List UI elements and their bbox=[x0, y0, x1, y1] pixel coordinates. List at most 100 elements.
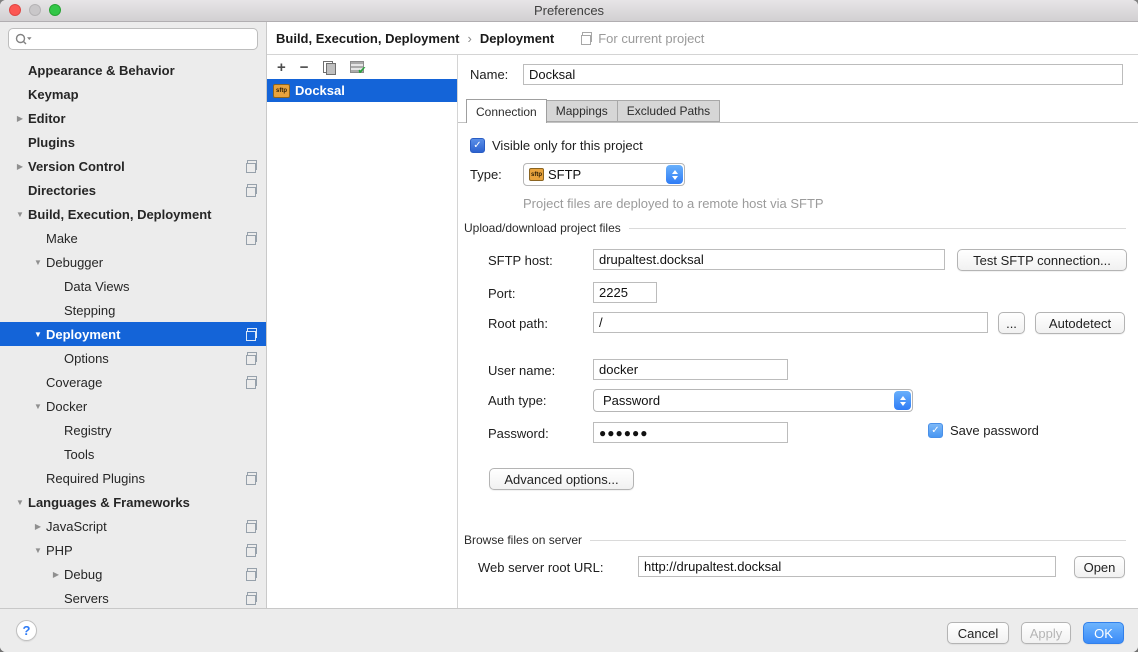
sidebar-item-registry[interactable]: Registry bbox=[0, 418, 266, 442]
sidebar-item-label: Options bbox=[64, 351, 109, 366]
tab-mappings[interactable]: Mappings bbox=[547, 100, 618, 122]
sidebar-item-stepping[interactable]: Stepping bbox=[0, 298, 266, 322]
project-level-icon bbox=[245, 160, 258, 173]
project-icon bbox=[580, 32, 593, 45]
advanced-options-button[interactable]: Advanced options... bbox=[489, 468, 634, 490]
sidebar-item-php[interactable]: ▼PHP bbox=[0, 538, 266, 562]
test-sftp-connection-button[interactable]: Test SFTP connection... bbox=[957, 249, 1127, 271]
chevron-down-icon[interactable]: ▼ bbox=[30, 330, 46, 339]
minimize-button[interactable] bbox=[29, 4, 41, 16]
zoom-button[interactable] bbox=[49, 4, 61, 16]
scope-indicator: For current project bbox=[580, 31, 704, 46]
upload-section-title: Upload/download project files bbox=[464, 221, 621, 235]
sidebar-item-javascript[interactable]: ▶JavaScript bbox=[0, 514, 266, 538]
chevron-right-icon[interactable]: ▶ bbox=[12, 162, 28, 171]
sidebar-item-label: Build, Execution, Deployment bbox=[28, 207, 211, 222]
ok-button[interactable]: OK bbox=[1083, 622, 1124, 644]
sftp-file-icon: sftp bbox=[529, 168, 544, 181]
sidebar-item-label: Debugger bbox=[46, 255, 103, 270]
upload-section-header: Upload/download project files bbox=[464, 221, 1126, 235]
chevron-right-icon[interactable]: ▶ bbox=[12, 114, 28, 123]
auth-type-value: Password bbox=[603, 393, 894, 408]
save-password-checkbox-row[interactable]: ✓ Save password bbox=[928, 423, 1039, 438]
server-list-item-docksal[interactable]: sftpDocksal bbox=[267, 79, 457, 102]
sidebar-item-keymap[interactable]: Keymap bbox=[0, 82, 266, 106]
sidebar-item-label: Plugins bbox=[28, 135, 75, 150]
remove-server-button[interactable]: − bbox=[300, 60, 309, 75]
project-level-icon bbox=[245, 472, 258, 485]
sidebar-item-required-plugins[interactable]: Required Plugins bbox=[0, 466, 266, 490]
apply-button[interactable]: Apply bbox=[1021, 622, 1071, 644]
sidebar-item-debug[interactable]: ▶Debug bbox=[0, 562, 266, 586]
browse-root-path-button[interactable]: ... bbox=[998, 312, 1025, 334]
sidebar-item-label: Deployment bbox=[46, 327, 120, 342]
visible-only-checkbox[interactable]: ✓ bbox=[470, 138, 485, 153]
autodetect-button[interactable]: Autodetect bbox=[1035, 312, 1125, 334]
sidebar-item-coverage[interactable]: Coverage bbox=[0, 370, 266, 394]
root-path-input[interactable] bbox=[593, 312, 988, 333]
sidebar-item-tools[interactable]: Tools bbox=[0, 442, 266, 466]
save-password-label: Save password bbox=[950, 423, 1039, 438]
root-path-label: Root path: bbox=[488, 316, 548, 331]
settings-sidebar: Appearance & BehaviorKeymap▶Editor Plugin… bbox=[0, 22, 267, 608]
project-level-icon bbox=[245, 592, 258, 605]
chevron-right-icon[interactable]: ▶ bbox=[48, 570, 64, 579]
user-name-input[interactable] bbox=[593, 359, 788, 380]
search-box[interactable] bbox=[8, 28, 258, 50]
sidebar-item-plugins[interactable]: Plugins bbox=[0, 130, 266, 154]
user-name-label: User name: bbox=[488, 363, 555, 378]
auth-type-select[interactable]: Password bbox=[593, 389, 913, 412]
server-list-panel: + − sftpDocksal bbox=[267, 55, 458, 608]
port-input[interactable] bbox=[593, 282, 657, 303]
help-button[interactable]: ? bbox=[16, 620, 37, 641]
chevron-down-icon[interactable]: ▼ bbox=[30, 258, 46, 267]
sftp-host-label: SFTP host: bbox=[488, 253, 553, 268]
chevron-right-icon[interactable]: ▶ bbox=[30, 522, 46, 531]
password-input[interactable] bbox=[593, 422, 788, 443]
sidebar-item-directories[interactable]: Directories bbox=[0, 178, 266, 202]
web-root-input[interactable] bbox=[638, 556, 1056, 577]
cancel-button[interactable]: Cancel bbox=[947, 622, 1009, 644]
sidebar-item-languages-frameworks[interactable]: ▼Languages & Frameworks bbox=[0, 490, 266, 514]
copy-server-icon[interactable] bbox=[323, 61, 336, 74]
tab-connection[interactable]: Connection bbox=[466, 99, 547, 123]
tab-bar: ConnectionMappingsExcluded Paths bbox=[458, 100, 1138, 123]
save-password-checkbox[interactable]: ✓ bbox=[928, 423, 943, 438]
use-as-default-icon[interactable] bbox=[350, 61, 364, 73]
type-select[interactable]: sftp SFTP bbox=[523, 163, 685, 186]
sidebar-item-data-views[interactable]: Data Views bbox=[0, 274, 266, 298]
sidebar-item-label: Debug bbox=[64, 567, 102, 582]
close-button[interactable] bbox=[9, 4, 21, 16]
sidebar-item-editor[interactable]: ▶Editor bbox=[0, 106, 266, 130]
deployment-settings-panel: Name: ConnectionMappingsExcluded Paths ✓… bbox=[458, 55, 1138, 608]
sidebar-item-appearance-behavior[interactable]: Appearance & Behavior bbox=[0, 58, 266, 82]
sidebar-item-label: JavaScript bbox=[46, 519, 107, 534]
sidebar-item-deployment[interactable]: ▼Deployment bbox=[0, 322, 266, 346]
name-label: Name: bbox=[470, 67, 508, 82]
open-url-button[interactable]: Open bbox=[1074, 556, 1125, 578]
visible-only-checkbox-row[interactable]: ✓ Visible only for this project bbox=[470, 138, 643, 153]
sidebar-item-label: Coverage bbox=[46, 375, 102, 390]
sidebar-item-options[interactable]: Options bbox=[0, 346, 266, 370]
sftp-host-input[interactable] bbox=[593, 249, 945, 270]
add-server-button[interactable]: + bbox=[277, 60, 286, 75]
select-stepper-icon bbox=[894, 391, 911, 410]
sidebar-item-docker[interactable]: ▼Docker bbox=[0, 394, 266, 418]
chevron-down-icon[interactable]: ▼ bbox=[30, 546, 46, 555]
chevron-down-icon[interactable]: ▼ bbox=[12, 210, 28, 219]
port-label: Port: bbox=[488, 286, 515, 301]
chevron-down-icon[interactable]: ▼ bbox=[30, 402, 46, 411]
sidebar-item-servers[interactable]: Servers bbox=[0, 586, 266, 608]
search-input[interactable] bbox=[35, 32, 251, 47]
sidebar-item-version-control[interactable]: ▶Version Control bbox=[0, 154, 266, 178]
sidebar-item-label: Tools bbox=[64, 447, 94, 462]
breadcrumb-section[interactable]: Build, Execution, Deployment bbox=[276, 31, 459, 46]
sidebar-item-debugger[interactable]: ▼Debugger bbox=[0, 250, 266, 274]
scope-label: For current project bbox=[598, 31, 704, 46]
titlebar: Preferences bbox=[0, 0, 1138, 22]
sidebar-item-build-execution-deployment[interactable]: ▼Build, Execution, Deployment bbox=[0, 202, 266, 226]
chevron-down-icon[interactable]: ▼ bbox=[12, 498, 28, 507]
name-input[interactable] bbox=[523, 64, 1123, 85]
tab-excluded-paths[interactable]: Excluded Paths bbox=[618, 100, 720, 122]
sidebar-item-make[interactable]: Make bbox=[0, 226, 266, 250]
